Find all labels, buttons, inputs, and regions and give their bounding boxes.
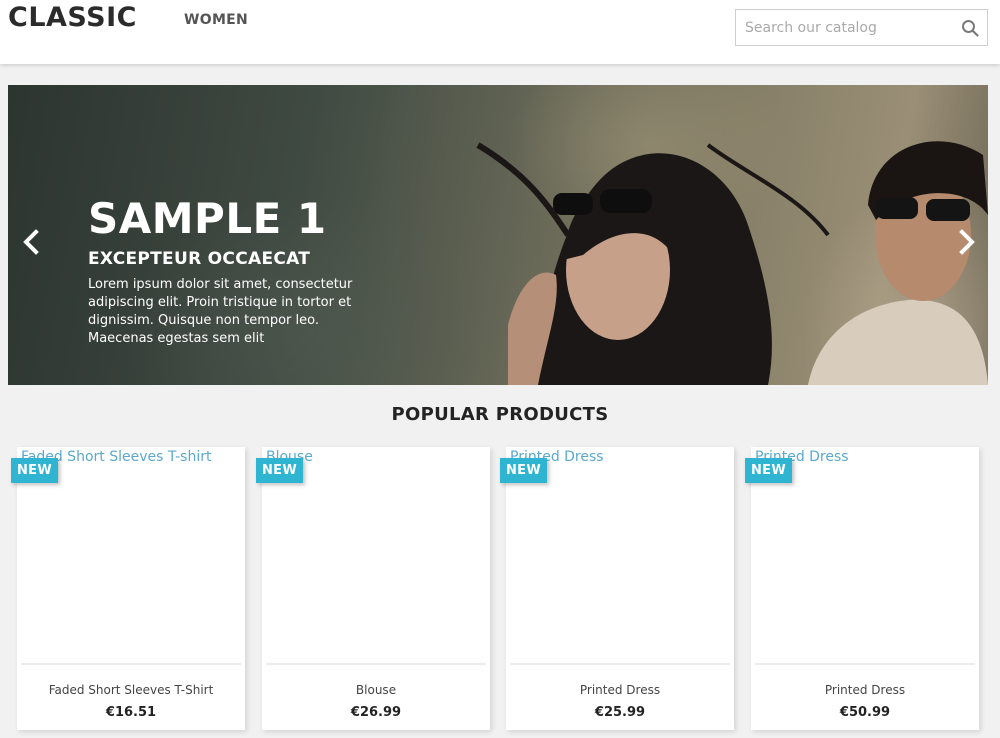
hero-subtitle: EXCEPTEUR OCCAECAT xyxy=(88,249,311,269)
divider xyxy=(266,663,486,665)
hero-title: SAMPLE 1 xyxy=(88,194,327,243)
product-name[interactable]: Printed Dress xyxy=(506,683,734,697)
product-price: €25.99 xyxy=(594,705,646,720)
product-card[interactable]: Printed Dress NEW Printed Dress €25.99 xyxy=(500,447,734,730)
search-box xyxy=(735,9,988,46)
new-badge: NEW xyxy=(745,458,792,483)
product-card[interactable]: Blouse NEW Blouse €26.99 xyxy=(256,447,490,730)
section-title: POPULAR PRODUCTS xyxy=(391,404,609,425)
product-card[interactable]: Printed Dress NEW Printed Dress €50.99 xyxy=(745,447,979,730)
site-header: CLASSIC WOMEN xyxy=(0,0,1000,64)
product-name[interactable]: Printed Dress xyxy=(751,683,979,697)
product-name[interactable]: Blouse xyxy=(262,683,490,697)
divider xyxy=(21,663,241,665)
hero-carousel[interactable]: SAMPLE 1 EXCEPTEUR OCCAECAT Lorem ipsum … xyxy=(8,85,988,385)
product-card[interactable]: Faded Short Sleeves T-shirt NEW Faded Sh… xyxy=(11,447,245,730)
divider xyxy=(510,663,730,665)
chevron-right-icon[interactable] xyxy=(956,227,978,257)
product-price: €26.99 xyxy=(350,705,402,720)
hero-description: Lorem ipsum dolor sit amet, consectetur … xyxy=(88,277,353,346)
site-logo[interactable]: CLASSIC xyxy=(8,2,137,33)
new-badge: NEW xyxy=(256,458,303,483)
new-badge: NEW xyxy=(11,458,58,483)
new-badge: NEW xyxy=(500,458,547,483)
chevron-left-icon[interactable] xyxy=(20,227,42,257)
search-input[interactable] xyxy=(736,10,951,45)
product-name[interactable]: Faded Short Sleeves T-Shirt xyxy=(17,683,245,697)
divider xyxy=(755,663,975,665)
nav-item-women[interactable]: WOMEN xyxy=(184,12,248,28)
product-price: €50.99 xyxy=(839,705,891,720)
search-icon[interactable] xyxy=(961,19,979,37)
product-list: Faded Short Sleeves T-shirt NEW Faded Sh… xyxy=(0,447,1000,738)
product-price: €16.51 xyxy=(105,705,157,720)
